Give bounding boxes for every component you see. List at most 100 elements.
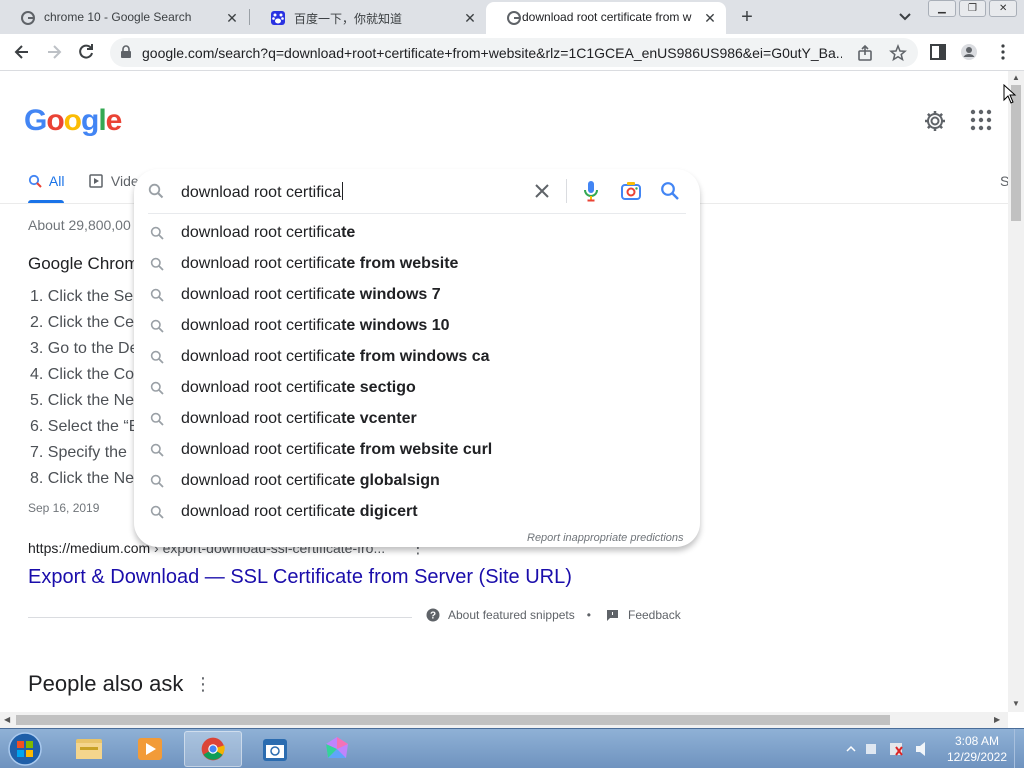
file-explorer-icon[interactable] <box>60 731 118 767</box>
suggestion-completion: te windows 10 <box>341 317 450 334</box>
google-g-icon <box>507 11 521 25</box>
system-tray <box>846 742 925 756</box>
about-featured-snippets-label: About featured snippets <box>448 608 575 622</box>
microphone-icon[interactable] <box>582 179 600 203</box>
google-results-page: Google All Vide S About 29,800,00 Google… <box>0 71 1008 712</box>
dot-separator: • <box>586 608 591 622</box>
reload-icon[interactable] <box>76 42 96 62</box>
profile-avatar-icon[interactable] <box>960 43 978 61</box>
settings-gear-icon[interactable] <box>923 109 947 133</box>
suggestion-prefix: download root certifica <box>181 441 342 458</box>
network-icon <box>866 744 876 754</box>
featured-snippet-title: Google Chrom <box>28 254 139 273</box>
horizontal-scroll-thumb[interactable] <box>16 715 890 725</box>
media-player-icon[interactable] <box>122 731 180 767</box>
chevron-down-icon[interactable] <box>896 8 914 26</box>
back-arrow-icon[interactable] <box>12 42 32 62</box>
suggestion-item[interactable]: download root certificate from website c… <box>134 435 700 466</box>
scroll-left-icon[interactable]: ◀ <box>4 715 10 724</box>
forward-arrow-icon[interactable] <box>44 42 64 62</box>
tab-close-icon[interactable]: ✕ <box>700 8 720 28</box>
tab-close-icon[interactable]: ✕ <box>460 8 480 28</box>
suggestion-item[interactable]: download root certificate vcenter <box>134 404 700 435</box>
results-count: About 29,800,00 <box>28 217 131 233</box>
vertical-scroll-thumb[interactable] <box>1011 85 1021 221</box>
scroll-down-icon[interactable]: ▼ <box>1012 699 1020 708</box>
search-icon <box>150 350 164 364</box>
google-lens-camera-icon[interactable] <box>620 181 642 201</box>
color-app-icon[interactable] <box>308 731 366 767</box>
screen: chrome 10 - Google Search ✕ 百度一下，你就知道 ✕ … <box>0 0 1024 768</box>
about-featured-snippets-link[interactable]: ? About featured snippets • <box>426 608 591 622</box>
clear-search-icon[interactable] <box>532 181 552 201</box>
suggestion-completion: te <box>341 224 356 241</box>
windows-start-icon[interactable] <box>6 731 44 767</box>
suggestion-prefix: download root certifica <box>181 286 342 303</box>
close-window-icon[interactable]: ✕ <box>989 0 1018 17</box>
tab-videos[interactable]: Vide <box>89 173 139 189</box>
suggestion-completion: te digicert <box>341 503 418 520</box>
report-predictions-link[interactable]: Report inappropriate predictions <box>527 532 684 544</box>
suggestion-item[interactable]: download root certificate digicert <box>134 497 700 528</box>
vertical-scrollbar[interactable]: ▲ ▼ <box>1008 71 1024 712</box>
suggestion-text: download root certificate from website c… <box>181 441 492 459</box>
scroll-right-icon[interactable]: ▶ <box>994 715 1000 724</box>
search-icon <box>28 174 42 188</box>
restore-icon[interactable]: ❐ <box>958 0 987 17</box>
lock-icon[interactable] <box>119 45 133 59</box>
suggestion-item[interactable]: download root certificate from windows c… <box>134 342 700 373</box>
suggestion-text: download root certificate vcenter <box>181 410 417 428</box>
clock-date: 12/29/2022 <box>946 750 1008 764</box>
tab-close-icon[interactable]: ✕ <box>222 8 242 28</box>
people-also-ask-more-icon[interactable]: ⋮ <box>194 675 212 693</box>
search-icon <box>150 319 164 333</box>
search-submit-icon[interactable] <box>660 181 680 201</box>
search-icon <box>148 183 164 199</box>
tab-more-truncated[interactable]: S <box>1000 173 1008 189</box>
suggestion-item[interactable]: download root certificate windows 10 <box>134 311 700 342</box>
search-input-row[interactable]: download root certifica <box>134 169 700 213</box>
show-desktop-button[interactable] <box>1014 729 1024 768</box>
suggestion-item[interactable]: download root certificate windows 7 <box>134 280 700 311</box>
google-apps-grid-icon[interactable] <box>970 109 992 131</box>
suggestion-item[interactable]: download root certificate sectigo <box>134 373 700 404</box>
chrome-menu-icon[interactable] <box>994 43 1012 61</box>
tab-title: chrome 10 - Google Search <box>44 10 192 24</box>
result-title-link[interactable]: Export & Download — SSL Certificate from… <box>28 566 572 589</box>
search-input[interactable]: download root certifica <box>181 182 344 202</box>
suggestion-item[interactable]: download root certificate from website <box>134 249 700 280</box>
suggestion-item[interactable]: download root certificate <box>134 218 700 249</box>
tab-download-root-certificate[interactable]: download root certificate from w ✕ <box>486 2 726 34</box>
suggestion-completion: te from website curl <box>341 441 493 458</box>
tab-baidu[interactable]: 百度一下，你就知道 ✕ <box>250 2 486 34</box>
url-text[interactable]: google.com/search?q=download+root+certif… <box>142 45 842 61</box>
feedback-link[interactable]: Feedback <box>606 608 681 622</box>
taskbar-clock[interactable]: 3:08 AM 12/29/2022 <box>944 733 1010 765</box>
new-tab-button[interactable]: + <box>736 6 758 28</box>
tray-expand-icon <box>846 745 856 752</box>
snippet-separator <box>28 617 412 618</box>
tab-google-search-chrome10[interactable]: chrome 10 - Google Search ✕ <box>0 2 248 34</box>
suggestion-item[interactable]: download root certificate globalsign <box>134 466 700 497</box>
address-bar[interactable]: google.com/search?q=download+root+certif… <box>110 38 918 67</box>
search-icon <box>150 474 164 488</box>
suggestion-prefix: download root certifica <box>181 348 342 365</box>
suggestion-completion: te sectigo <box>341 379 416 396</box>
search-icon <box>150 257 164 271</box>
google-doodle-logo[interactable]: Google <box>24 104 122 138</box>
tab-all[interactable]: All <box>28 173 64 189</box>
suggestion-completion: te globalsign <box>341 472 440 489</box>
horizontal-scrollbar[interactable]: ◀ ▶ <box>0 712 1008 728</box>
chrome-taskbar-icon[interactable] <box>184 731 242 767</box>
share-icon[interactable] <box>856 44 874 62</box>
side-panel-icon[interactable] <box>929 43 947 61</box>
scroll-up-icon[interactable]: ▲ <box>1012 73 1020 82</box>
suggestion-text: download root certificate globalsign <box>181 472 440 490</box>
calendar-app-icon[interactable] <box>246 731 304 767</box>
google-g-icon <box>21 11 35 25</box>
bookmark-star-icon[interactable] <box>889 44 907 62</box>
suggestions-divider <box>148 213 686 214</box>
minimize-icon[interactable]: ▁ <box>928 0 956 17</box>
suggestion-completion: te from website <box>341 255 459 272</box>
search-autocomplete-dropdown: download root certifica download root ce… <box>134 169 700 547</box>
